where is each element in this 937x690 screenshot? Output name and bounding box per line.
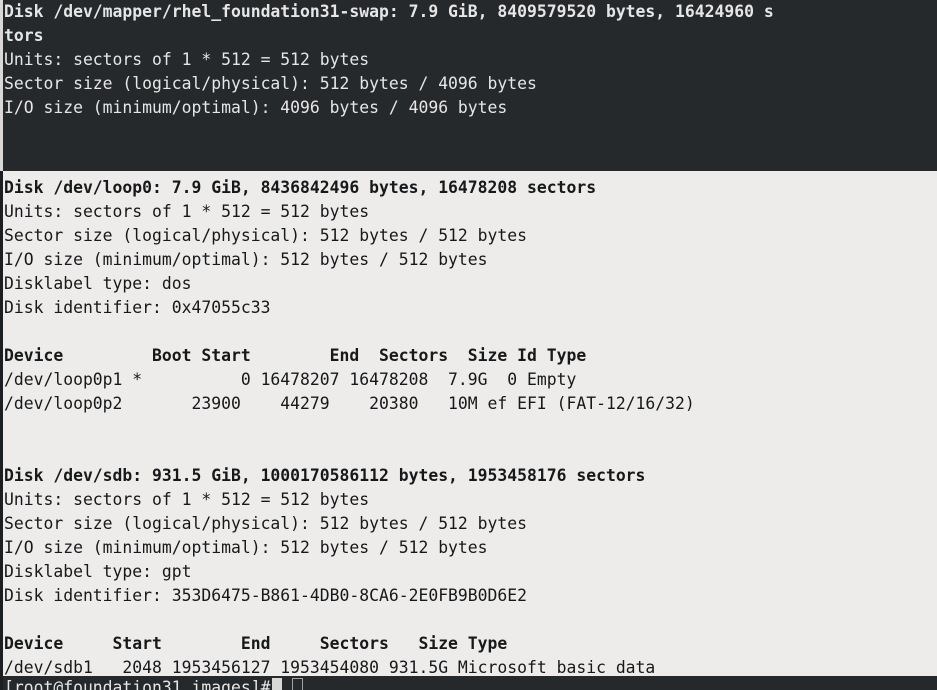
- sdb-table-header: Device Start End Sectors Size Type: [4, 634, 508, 653]
- swap-disk-header-line1: Disk /dev/mapper/rhel_foundation31-swap:…: [4, 2, 774, 21]
- loop0-disk-header: Disk /dev/loop0: 7.9 GiB, 8436842496 byt…: [4, 178, 597, 197]
- loop0-sector-size: Sector size (logical/physical): 512 byte…: [4, 226, 528, 245]
- sdb-sector-size: Sector size (logical/physical): 512 byte…: [4, 514, 528, 533]
- text-cursor: [272, 678, 282, 690]
- loop0-table-header: Device Boot Start End Sectors Size Id Ty…: [4, 346, 587, 365]
- loop0-identifier: Disk identifier: 0x47055c33: [4, 298, 271, 317]
- swap-io-size-line: I/O size (minimum/optimal): 4096 bytes /…: [4, 98, 508, 117]
- swap-sector-size-line: Sector size (logical/physical): 512 byte…: [4, 74, 537, 93]
- loop0-io-size: I/O size (minimum/optimal): 512 bytes / …: [4, 250, 488, 269]
- table-row: /dev/loop0p1 * 0 16478207 16478208 7.9G …: [4, 370, 577, 389]
- scrollbar-thumb[interactable]: [0, 0, 3, 171]
- swap-units-line: Units: sectors of 1 * 512 = 512 bytes: [4, 50, 370, 69]
- terminal-window[interactable]: Disk /dev/mapper/rhel_foundation31-swap:…: [0, 0, 937, 690]
- sdb-disk-header: Disk /dev/sdb: 931.5 GiB, 1000170586112 …: [4, 466, 646, 485]
- loop0-units-line: Units: sectors of 1 * 512 = 512 bytes: [4, 202, 370, 221]
- terminal-screen: Disk /dev/mapper/rhel_foundation31-swap:…: [0, 0, 937, 690]
- sdb-disklabel: Disklabel type: gpt: [4, 562, 192, 581]
- sdb-identifier: Disk identifier: 353D6475-B861-4DB0-8CA6…: [4, 586, 528, 605]
- sdb-units-line: Units: sectors of 1 * 512 = 512 bytes: [4, 490, 370, 509]
- cursor-outline-icon: [292, 678, 303, 690]
- shell-prompt[interactable]: [root@foundation31 images]#: [4, 676, 270, 690]
- table-row: /dev/loop0p2 23900 44279 20380 10M ef EF…: [4, 394, 695, 413]
- sdb-io-size: I/O size (minimum/optimal): 512 bytes / …: [4, 538, 488, 557]
- swap-disk-header-line2: tors: [4, 26, 44, 45]
- loop0-disklabel: Disklabel type: dos: [4, 274, 192, 293]
